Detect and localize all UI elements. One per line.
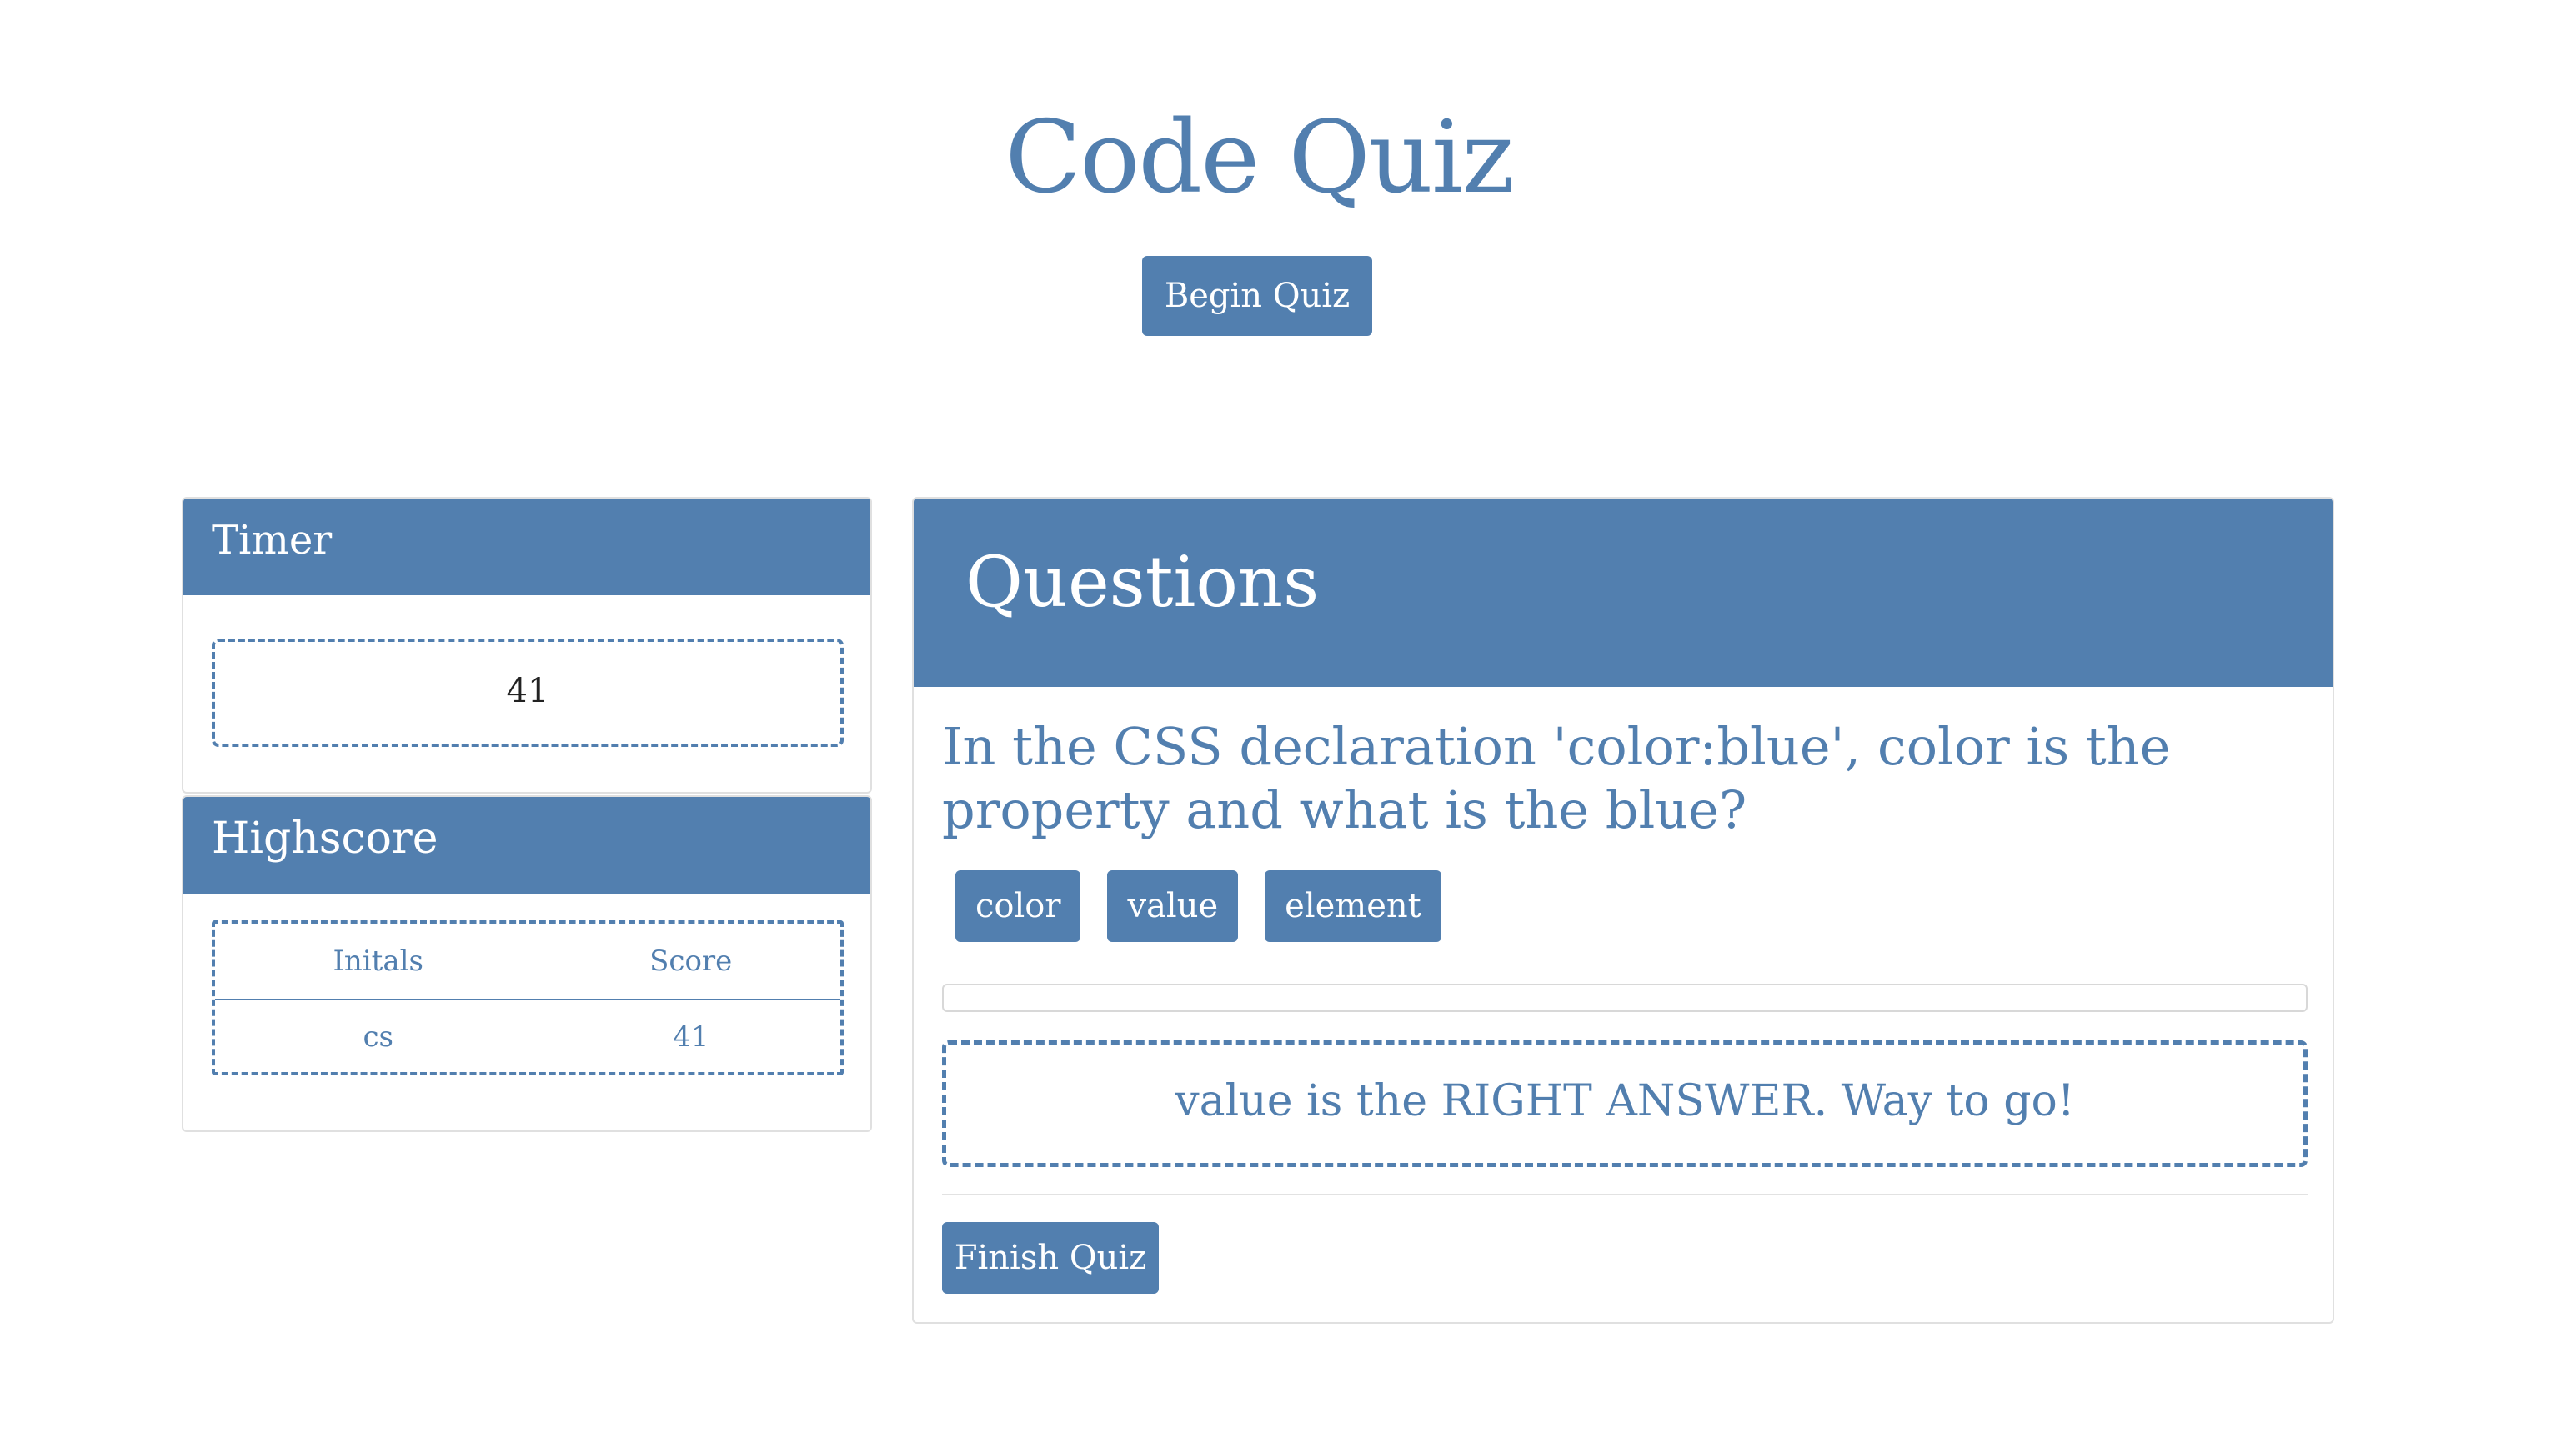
highscore-table: Initals Score cs 41 [215, 924, 840, 1074]
progress-bar [942, 984, 2308, 1012]
questions-header: Questions [914, 499, 2333, 687]
timer-card: Timer 41 [182, 497, 872, 794]
table-header-row: Initals Score [215, 924, 840, 1000]
highscore-table-container: Initals Score cs 41 [212, 920, 844, 1075]
table-row: cs 41 [215, 1000, 840, 1074]
choice-button-color[interactable]: color [955, 870, 1081, 942]
question-text: In the CSS declaration 'color:blue', col… [942, 716, 2171, 840]
cell-score: 41 [673, 1020, 709, 1054]
divider [942, 1194, 2308, 1195]
begin-quiz-button[interactable]: Begin Quiz [1142, 256, 1372, 336]
choice-button-value[interactable]: value [1107, 870, 1239, 942]
highscore-card: Highscore Initals Score cs 41 [182, 795, 872, 1132]
answer-choices: color value element [955, 870, 1441, 942]
questions-card: Questions In the CSS declaration 'color:… [912, 497, 2334, 1324]
column-header-initials: Initals [215, 924, 542, 1000]
column-header-score: Score [541, 924, 840, 1000]
answer-feedback: value is the RIGHT ANSWER. Way to go! [942, 1040, 2308, 1167]
choice-button-element[interactable]: element [1265, 870, 1441, 942]
timer-header: Timer [183, 499, 870, 595]
finish-quiz-button[interactable]: Finish Quiz [942, 1222, 1159, 1294]
cell-initials: cs [363, 1020, 393, 1054]
page-title: Code Quiz [1005, 100, 1514, 216]
highscore-header: Highscore [183, 797, 870, 894]
timer-value: 41 [212, 639, 844, 747]
